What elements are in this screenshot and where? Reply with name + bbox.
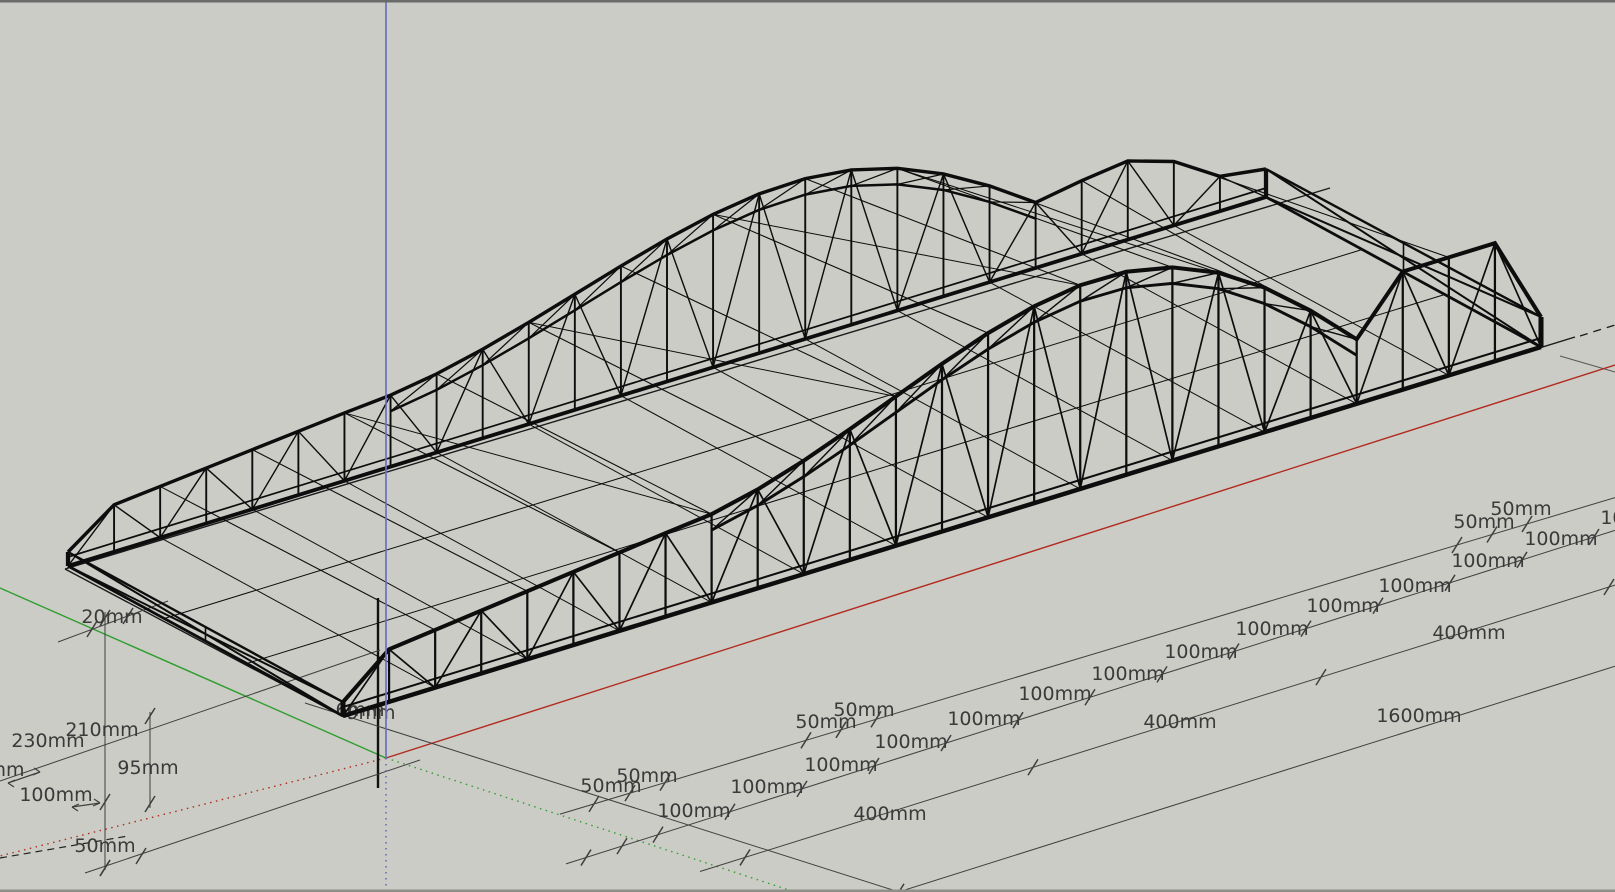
3d-scene-canvas[interactable]: 230mm210mm95mm100mm50mm20mmmm6mm9mm50mm5… <box>0 0 1615 892</box>
dimension-label-chain-100: 100mm <box>657 800 730 822</box>
dimension-label-chain-100: 100mm <box>874 731 947 753</box>
dimension-label-chain-100-clipped: 100mm <box>1600 507 1615 529</box>
dimension-label-chain-100: 100mm <box>1524 528 1597 550</box>
dimension-label-chain-50: 50mm <box>833 699 894 721</box>
dimension-label-overall: 1600mm <box>1376 705 1461 727</box>
sketchup-viewport[interactable]: 230mm210mm95mm100mm50mm20mmmm6mm9mm50mm5… <box>0 0 1615 892</box>
dimension-label-chain-100: 100mm <box>1378 575 1451 597</box>
dimension-label-chain-100: 100mm <box>730 776 803 798</box>
dimension-label-height: 100mm <box>19 784 92 806</box>
dimension-label-chain-100: 100mm <box>1091 663 1164 685</box>
dimension-label-chain-100: 100mm <box>1451 550 1524 572</box>
window-top-border <box>0 0 1615 3</box>
dimension-label-chain-400: 400mm <box>853 803 926 825</box>
dimension-label-chain-400: 400mm <box>1143 711 1216 733</box>
dimension-label-chain-100: 100mm <box>1235 618 1308 640</box>
dimension-label-height: 95mm <box>117 757 178 779</box>
dimension-label-chain-100: 100mm <box>1164 641 1237 663</box>
dimension-label-chain-100: 100mm <box>1306 595 1379 617</box>
dimension-label-chain-100: 100mm <box>1018 683 1091 705</box>
dimension-label-chain-50: 50mm <box>1490 498 1551 520</box>
dimension-label-chain-400: 400mm <box>1432 622 1505 644</box>
dimension-label-chain-50: 50mm <box>616 765 677 787</box>
dimension-label-height: 20mm <box>81 606 142 628</box>
dimension-label-height: 50mm <box>74 835 135 857</box>
dimension-label-chain-100: 100mm <box>947 708 1020 730</box>
dimension-label-chain-100: 100mm <box>804 754 877 776</box>
dimension-label-height: 210mm <box>65 719 138 741</box>
dimension-label-height-clipped: mm <box>0 759 25 781</box>
